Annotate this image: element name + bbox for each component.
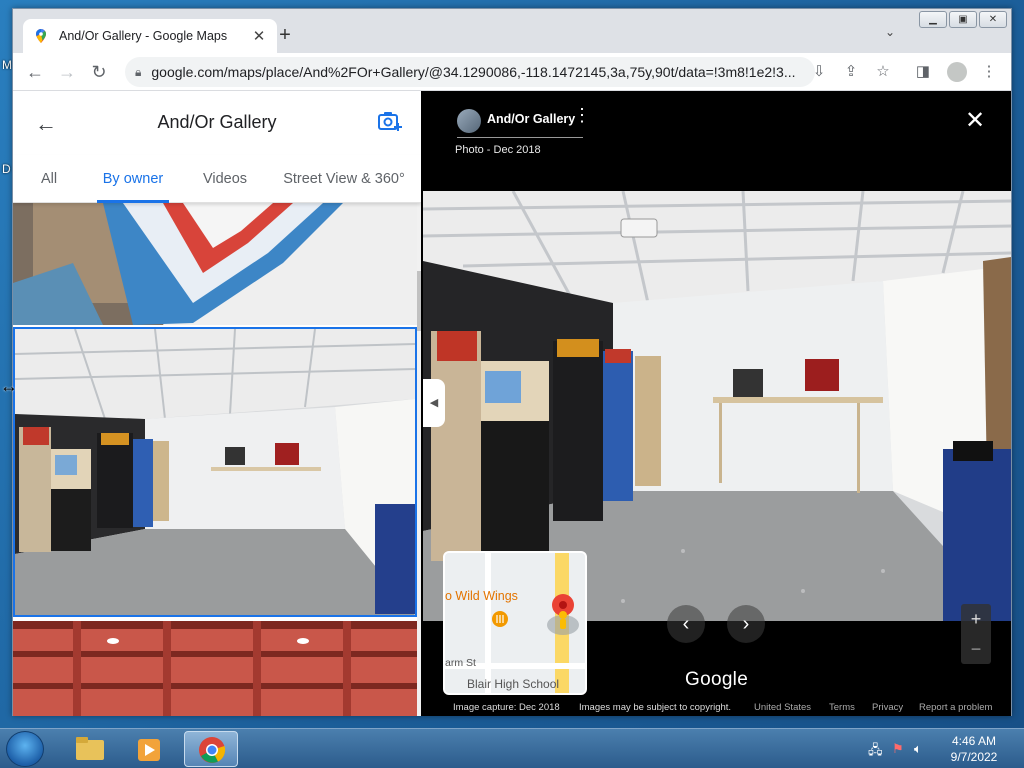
next-photo-button[interactable]: › (727, 605, 765, 643)
browser-window: And/Or Gallery - Google Maps ✕ + ⌄ ▁ ▣ ✕… (12, 8, 1012, 716)
start-button[interactable] (6, 731, 44, 767)
country-link[interactable]: United States (754, 702, 811, 713)
collapse-panel-button[interactable]: ◀ (423, 379, 445, 427)
profile-avatar-icon[interactable] (947, 62, 967, 82)
panel-title: And/Or Gallery (157, 112, 277, 132)
minimap-street-label: arm St (445, 657, 476, 669)
artwork-photo (13, 203, 417, 325)
image-capture-date: Image capture: Dec 2018 (453, 702, 560, 713)
photo-category-tabs: All By owner Videos Street View & 360° (13, 155, 421, 203)
tab-title: And/Or Gallery - Google Maps (59, 29, 228, 43)
lock-icon: 🔒︎ (135, 64, 142, 79)
clock-time: 4:46 AM (951, 734, 997, 748)
previous-photo-button[interactable]: ‹ (667, 605, 705, 643)
viewer-footer: Image capture: Dec 2018 Images may be su… (423, 700, 1011, 716)
new-tab-button[interactable]: + (275, 25, 295, 45)
resize-cursor-icon: ↔ (0, 376, 18, 396)
photo-thumbnail[interactable] (13, 203, 417, 325)
desktop-icon-label[interactable]: M (2, 58, 12, 72)
system-clock[interactable]: 4:46 AM 9/7/2022 (944, 733, 1004, 765)
ceiling-photo (13, 621, 417, 716)
menu-kebab-icon[interactable]: ⋮ (979, 62, 999, 82)
copyright-notice: Images may be subject to copyright. (579, 702, 732, 713)
taskbar: 🖧︎ ⚑ 🔈︎ 4:46 AM 9/7/2022 (0, 728, 1024, 768)
window-controls: ▁ ▣ ✕ (919, 11, 1007, 28)
viewer-header: And/Or Gallery ⋮ Photo - Dec 2018 ✕ (423, 91, 1011, 191)
owner-name[interactable]: And/Or Gallery (487, 112, 575, 126)
tab-videos[interactable]: Videos (197, 155, 253, 203)
bookmark-star-icon[interactable]: ☆ (873, 62, 893, 82)
terms-link[interactable]: Terms (829, 702, 855, 713)
forward-arrow-icon[interactable]: → (57, 62, 77, 82)
privacy-link[interactable]: Privacy (872, 702, 903, 713)
restore-button[interactable]: ▣ (949, 11, 977, 28)
page-content: ← And/Or Gallery All By owner Videos Str… (13, 91, 1011, 716)
browser-toolbar: ← → ↻ 🔒︎ google.com/maps/place/And%2FOr+… (13, 53, 1011, 91)
minimap-map (445, 553, 585, 693)
photo-thumbnail-selected[interactable] (13, 327, 417, 617)
close-window-button[interactable]: ✕ (979, 11, 1007, 28)
tab-all[interactable]: All (31, 155, 67, 203)
action-center-flag-icon[interactable]: ⚑ (892, 741, 904, 757)
minimap-school-label: Blair High School (467, 677, 560, 691)
owner-underline (457, 137, 583, 138)
zoom-out-button[interactable]: − (961, 634, 991, 664)
owner-avatar[interactable] (457, 109, 481, 133)
install-app-icon[interactable]: ⇩ (809, 62, 829, 82)
panel-scrollbar-thumb[interactable] (417, 271, 421, 331)
photo-viewer: And/Or Gallery ⋮ Photo - Dec 2018 ✕ ‹ › … (423, 91, 1011, 716)
add-photo-icon[interactable] (377, 109, 403, 133)
panel-header: ← And/Or Gallery (13, 91, 421, 155)
tab-search-chevron-icon[interactable]: ⌄ (885, 25, 895, 39)
media-player-taskbar-icon[interactable] (122, 731, 176, 767)
zoom-controls: + − (961, 604, 991, 664)
browser-tab[interactable]: And/Or Gallery - Google Maps ✕ (23, 19, 277, 53)
photo-side-panel: ← And/Or Gallery All By owner Videos Str… (13, 91, 421, 716)
minimize-button[interactable]: ▁ (919, 11, 947, 28)
google-logo: Google (685, 669, 749, 690)
more-options-icon[interactable]: ⋮ (573, 106, 591, 124)
zoom-in-button[interactable]: + (961, 604, 991, 634)
desktop-icon-label[interactable]: D (2, 162, 11, 176)
side-panel-icon[interactable]: ◨ (913, 62, 933, 82)
url-text[interactable]: google.com/maps/place/And%2FOr+Gallery/@… (151, 64, 815, 80)
network-icon[interactable]: 🖧︎ (868, 741, 883, 763)
tab-strip: And/Or Gallery - Google Maps ✕ + ⌄ ▁ ▣ ✕ (13, 9, 1011, 53)
address-bar[interactable]: 🔒︎ google.com/maps/place/And%2FOr+Galler… (125, 57, 815, 87)
volume-icon[interactable]: 🔈︎ (914, 741, 922, 757)
close-icon[interactable]: ✕ (965, 109, 985, 133)
tab-by-owner[interactable]: By owner (97, 155, 169, 203)
minimap-place-label: o Wild Wings (445, 589, 518, 603)
google-maps-favicon-icon (36, 29, 46, 43)
clock-date: 9/7/2022 (950, 750, 998, 764)
back-arrow-icon[interactable]: ← (25, 62, 45, 82)
tab-close-icon[interactable]: ✕ (251, 27, 267, 45)
share-icon[interactable]: ⇪ (841, 62, 861, 82)
report-problem-link[interactable]: Report a problem (919, 702, 992, 713)
file-explorer-taskbar-icon[interactable] (62, 731, 116, 767)
reload-icon[interactable]: ↻ (89, 62, 109, 82)
photo-date: Photo - Dec 2018 (455, 144, 541, 156)
chrome-taskbar-icon[interactable] (184, 731, 238, 767)
photo-thumbnail[interactable] (13, 621, 417, 716)
minimap[interactable]: o Wild Wings arm St Blair High School (443, 551, 587, 695)
arcade-gallery-photo (15, 329, 415, 615)
tab-street-view-360[interactable]: Street View & 360° (279, 155, 409, 203)
